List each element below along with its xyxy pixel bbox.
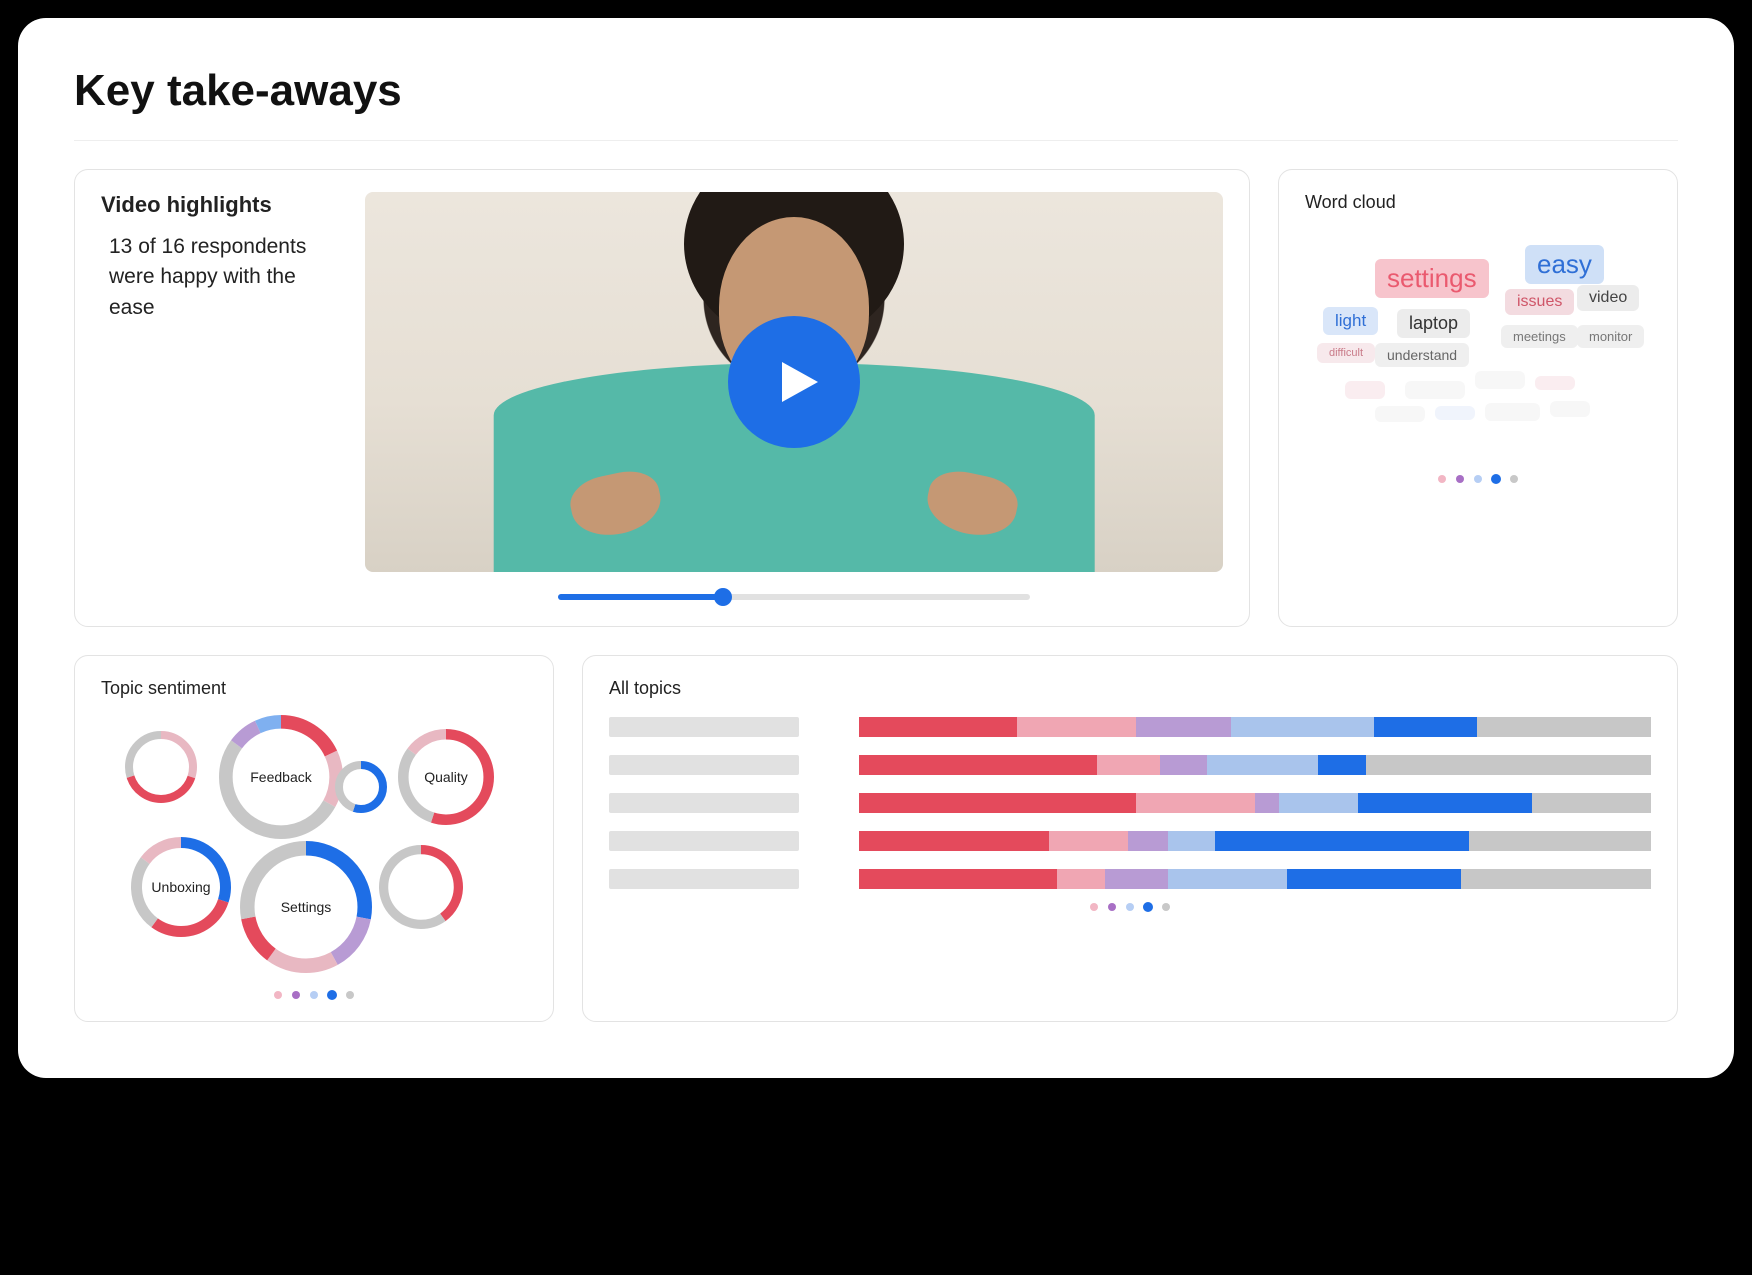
pager-dot[interactable]: [1474, 475, 1482, 483]
play-button[interactable]: [728, 316, 860, 448]
sentiment-donut-label: Settings: [281, 899, 332, 915]
word-cloud-pager[interactable]: [1305, 475, 1651, 483]
topic-bar[interactable]: [859, 869, 1651, 889]
pager-dot[interactable]: [310, 991, 318, 999]
word-cloud-tag[interactable]: difficult: [1317, 343, 1375, 363]
word-cloud-card: Word cloud settings easy light laptop issues…: [1278, 169, 1678, 627]
video-highlights-title: Video highlights: [101, 192, 341, 218]
word-cloud-tag[interactable]: meetings: [1501, 325, 1578, 348]
all-topics-rows: [609, 717, 1651, 889]
pager-dot[interactable]: [274, 991, 282, 999]
sentiment-donut[interactable]: [333, 759, 389, 815]
video-area: [365, 192, 1223, 604]
sentiment-donut-label: Unboxing: [151, 879, 210, 895]
divider: [74, 140, 1678, 141]
topic-bar[interactable]: [859, 793, 1651, 813]
play-icon: [774, 358, 822, 406]
word-cloud-tag[interactable]: settings: [1375, 259, 1489, 298]
topic-label-placeholder: [609, 755, 799, 775]
pager-dot[interactable]: [292, 991, 300, 999]
video-thumbnail[interactable]: [365, 192, 1223, 572]
sentiment-donut-label: Feedback: [250, 769, 311, 785]
video-highlights-card: Video highlights 13 of 16 respondents we…: [74, 169, 1250, 627]
all-topics-card: All topics: [582, 655, 1678, 1022]
sentiment-donut[interactable]: [377, 843, 465, 931]
topic-row: [609, 755, 1651, 775]
word-cloud-area: settings easy light laptop issuesvideo meetin…: [1305, 231, 1651, 461]
word-cloud-tag[interactable]: monitor: [1577, 325, 1644, 348]
pager-dot[interactable]: [1438, 475, 1446, 483]
pager-dot[interactable]: [1162, 903, 1170, 911]
word-cloud-placeholder: [1405, 381, 1465, 399]
row-2: Topic sentiment Feedback Quality Unboxing S…: [74, 655, 1678, 1022]
pager-dot[interactable]: [1108, 903, 1116, 911]
word-cloud-placeholder: [1475, 371, 1525, 389]
word-cloud-placeholder: [1435, 406, 1475, 420]
word-cloud-placeholder: [1535, 376, 1575, 390]
topic-label-placeholder: [609, 793, 799, 813]
pager-dot[interactable]: [1143, 902, 1153, 912]
word-cloud-placeholder: [1375, 406, 1425, 422]
word-cloud-tag[interactable]: understand: [1375, 343, 1469, 367]
pager-dot[interactable]: [1510, 475, 1518, 483]
topic-bar[interactable]: [859, 831, 1651, 851]
topic-row: [609, 831, 1651, 851]
sentiment-donut-label: Quality: [424, 769, 468, 785]
topic-sentiment-card: Topic sentiment Feedback Quality Unboxing S…: [74, 655, 554, 1022]
pager-dot[interactable]: [327, 990, 337, 1000]
pager-dot[interactable]: [1491, 474, 1501, 484]
word-cloud-placeholder: [1485, 403, 1540, 421]
sentiment-donut[interactable]: [123, 729, 199, 805]
word-cloud-tag[interactable]: video: [1577, 285, 1639, 311]
video-progress[interactable]: [558, 590, 1030, 604]
pager-dot[interactable]: [346, 991, 354, 999]
page-title: Key take-aways: [74, 66, 1678, 116]
video-highlights-meta: Video highlights 13 of 16 respondents we…: [101, 192, 341, 604]
topic-row: [609, 869, 1651, 889]
word-cloud-tag[interactable]: laptop: [1397, 309, 1470, 338]
row-1: Video highlights 13 of 16 respondents we…: [74, 169, 1678, 627]
pager-dot[interactable]: [1456, 475, 1464, 483]
all-topics-pager[interactable]: [609, 903, 1651, 911]
word-cloud-title: Word cloud: [1305, 192, 1651, 213]
topic-sentiment-title: Topic sentiment: [101, 678, 527, 699]
pager-dot[interactable]: [1090, 903, 1098, 911]
dashboard-window: Key take-aways Video highlights 13 of 16…: [18, 18, 1734, 1078]
topic-bar[interactable]: [859, 717, 1651, 737]
word-cloud-tag[interactable]: easy: [1525, 245, 1604, 284]
donut-area: Feedback Quality Unboxing Settings: [101, 717, 527, 977]
word-cloud-tag[interactable]: light: [1323, 307, 1378, 335]
topic-sentiment-pager[interactable]: [101, 991, 527, 999]
topic-label-placeholder: [609, 869, 799, 889]
all-topics-title: All topics: [609, 678, 1651, 699]
word-cloud-placeholder: [1550, 401, 1590, 417]
topic-bar[interactable]: [859, 755, 1651, 775]
topic-row: [609, 717, 1651, 737]
topic-label-placeholder: [609, 717, 799, 737]
video-highlights-summary: 13 of 16 respondents were happy with the…: [101, 232, 341, 323]
topic-row: [609, 793, 1651, 813]
word-cloud-placeholder: [1345, 381, 1385, 399]
pager-dot[interactable]: [1126, 903, 1134, 911]
word-cloud-tag[interactable]: issues: [1505, 289, 1574, 315]
topic-label-placeholder: [609, 831, 799, 851]
